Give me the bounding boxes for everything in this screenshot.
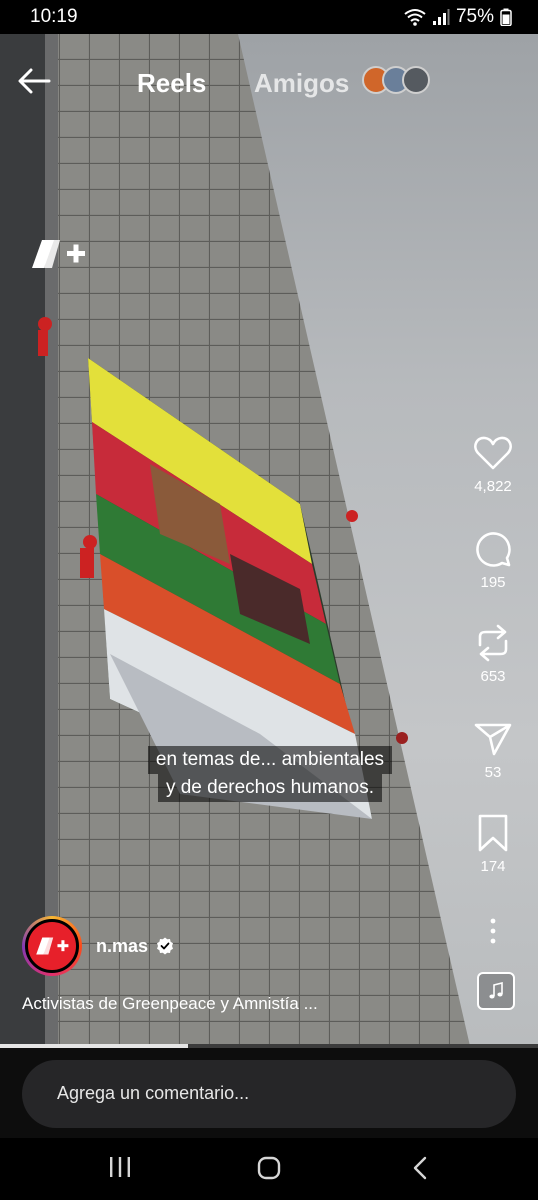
author-avatar[interactable] [22,916,82,976]
nmas-watermark-logo [32,240,85,268]
home-icon[interactable] [257,1156,281,1180]
comment-input[interactable]: Agrega un comentario... [22,1060,516,1128]
repost-count: 653 [480,668,506,685]
caption-line-1: en temas de... ambientales [147,746,393,774]
send-icon[interactable] [474,721,512,757]
like-action[interactable]: 4,822 [448,430,538,495]
comment-placeholder: Agrega un comentario... [57,1083,250,1103]
video-progress-fill [0,1044,189,1048]
verified-badge-icon [157,937,174,955]
heart-icon[interactable] [474,436,512,470]
audio-button[interactable] [477,972,515,1010]
repost-icon[interactable] [474,623,512,663]
comment-action[interactable]: 195 [448,526,538,591]
share-action[interactable]: 53 [448,716,538,781]
tab-reels[interactable]: Reels [137,68,206,99]
status-icons: 75% [404,6,512,28]
nav-back-icon[interactable] [410,1156,430,1180]
comment-count: 195 [480,574,506,591]
post-description[interactable]: Activistas de Greenpeace y Amnistía ... [22,994,318,1014]
friend-avatar [402,66,430,94]
video-progress-bar[interactable] [0,1044,538,1048]
caption-line-2: y de derechos humanos. [157,774,383,802]
signal-icon [432,9,450,25]
friends-avatars[interactable] [362,66,432,96]
save-count: 174 [480,858,506,875]
more-action[interactable] [448,908,538,954]
system-navigation-bar [0,1138,538,1200]
reels-header: Reels Amigos [0,50,538,110]
status-time: 10:19 [30,6,78,27]
status-bar: 10:19 75% [0,0,538,34]
repost-action[interactable]: 653 [448,620,538,685]
recent-apps-icon[interactable] [108,1156,132,1178]
bookmark-icon[interactable] [477,814,509,852]
tab-friends[interactable]: Amigos [254,68,349,99]
back-button[interactable] [14,64,54,98]
video-caption: en temas de... ambientales y de derechos… [128,746,412,802]
nmas-logo-icon [36,937,69,955]
author-row[interactable]: n.mas [22,914,174,978]
more-vertical-icon[interactable] [489,918,497,944]
battery-percent: 75% [455,6,494,27]
wifi-icon [404,9,426,26]
comment-icon[interactable] [474,530,512,568]
comment-bar: Agrega un comentario... [0,1048,538,1138]
like-count: 4,822 [474,478,512,495]
music-note-icon [489,982,503,999]
author-username[interactable]: n.mas [96,936,148,957]
back-arrow-icon [18,68,51,94]
share-count: 53 [484,764,502,781]
battery-icon [500,8,512,26]
save-action[interactable]: 174 [448,810,538,875]
